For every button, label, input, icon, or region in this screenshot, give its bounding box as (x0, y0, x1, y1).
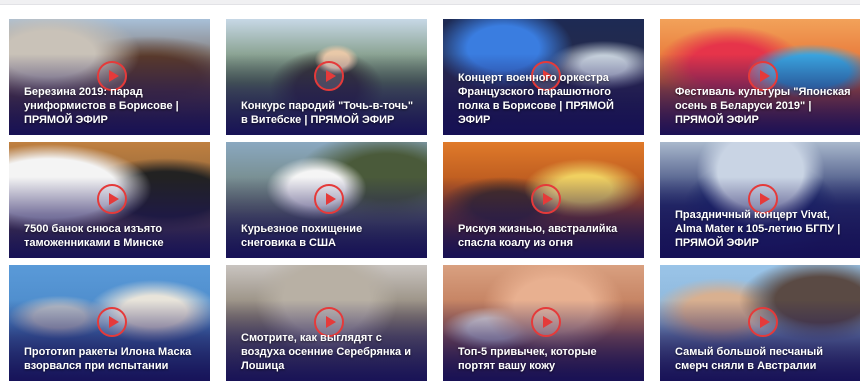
video-title[interactable]: Праздничный концерт Vivat, Alma Mater к … (675, 208, 851, 250)
video-card[interactable]: Прототип ракеты Илона Маска взорвался пр… (9, 265, 210, 381)
video-title[interactable]: 7500 банок снюса изъято таможенниками в … (24, 222, 200, 250)
video-title[interactable]: Смотрите, как выглядят с воздуха осенние… (241, 331, 417, 373)
video-card[interactable]: Праздничный концерт Vivat, Alma Mater к … (660, 142, 860, 258)
video-card[interactable]: Березина 2019: парад униформистов в Бори… (9, 19, 210, 135)
video-title[interactable]: Курьезное похищение снеговика в США (241, 222, 417, 250)
video-title[interactable]: Топ-5 привычек, которые портят вашу кожу (458, 345, 634, 373)
play-icon[interactable] (313, 184, 344, 214)
video-card[interactable]: 7500 банок снюса изъято таможенниками в … (9, 142, 210, 258)
top-divider (0, 0, 860, 5)
video-title[interactable]: Рискуя жизнью, австралийка спасла коалу … (458, 222, 634, 250)
video-card[interactable]: Концерт военного оркестра Французского п… (443, 19, 644, 135)
video-title[interactable]: Самый большой песчаный смерч сняли в Авс… (675, 345, 851, 373)
play-icon[interactable] (313, 61, 344, 91)
video-card[interactable]: Смотрите, как выглядят с воздуха осенние… (226, 265, 427, 381)
video-card[interactable]: Топ-5 привычек, которые портят вашу кожу (443, 265, 644, 381)
video-grid: Березина 2019: парад униформистов в Бори… (9, 19, 860, 381)
video-title[interactable]: Березина 2019: парад униформистов в Бори… (24, 85, 200, 127)
video-title[interactable]: Фестиваль культуры "Японская осень в Бел… (675, 85, 851, 127)
play-icon[interactable] (96, 307, 127, 337)
video-card[interactable]: Фестиваль культуры "Японская осень в Бел… (660, 19, 860, 135)
video-card[interactable]: Самый большой песчаный смерч сняли в Авс… (660, 265, 860, 381)
video-title[interactable]: Прототип ракеты Илона Маска взорвался пр… (24, 345, 200, 373)
video-card[interactable]: Курьезное похищение снеговика в США (226, 142, 427, 258)
play-icon[interactable] (96, 184, 127, 214)
play-icon[interactable] (530, 307, 561, 337)
video-card[interactable]: Рискуя жизнью, австралийка спасла коалу … (443, 142, 644, 258)
play-icon[interactable] (747, 307, 778, 337)
video-card[interactable]: Конкурс пародий "Точь-в-точь" в Витебске… (226, 19, 427, 135)
video-title[interactable]: Конкурс пародий "Точь-в-точь" в Витебске… (241, 99, 417, 127)
video-title[interactable]: Концерт военного оркестра Французского п… (458, 71, 634, 127)
play-icon[interactable] (530, 184, 561, 214)
